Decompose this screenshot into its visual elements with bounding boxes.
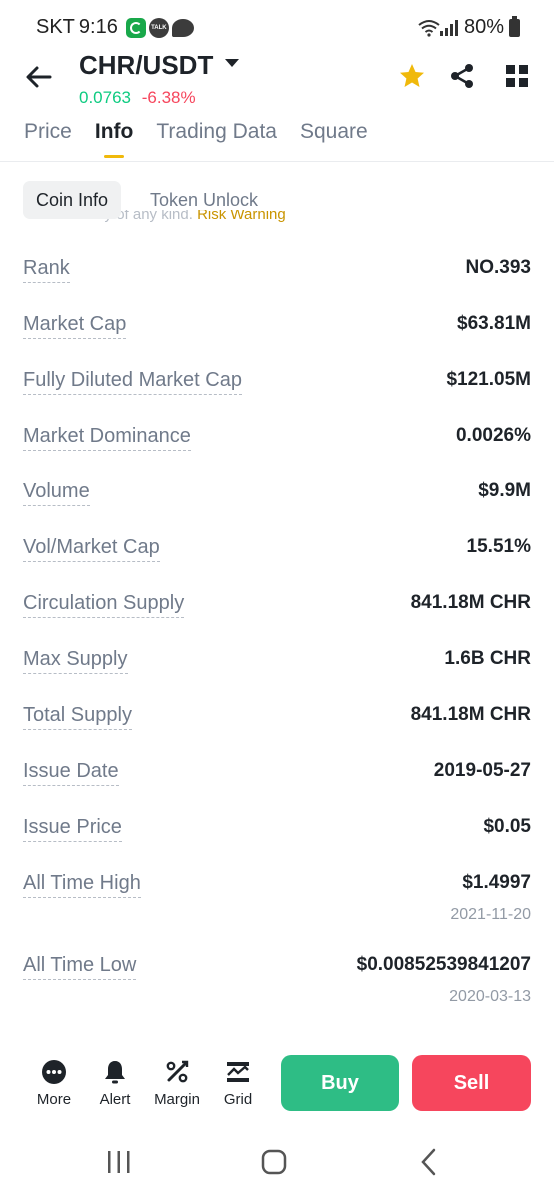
grid-bot-icon bbox=[227, 1062, 249, 1082]
battery-percent: 80% bbox=[463, 16, 504, 38]
pair-title: CHR/USDT bbox=[79, 50, 214, 80]
status-right: 80% bbox=[418, 15, 520, 39]
more-label: More bbox=[36, 1091, 72, 1108]
price-line: 0.0763 -6.38% bbox=[79, 88, 196, 108]
chevron-down-icon bbox=[225, 58, 240, 67]
row-value: 15.51% bbox=[466, 536, 531, 557]
row-label[interactable]: All Time Low bbox=[23, 954, 137, 980]
row-value: $0.00852539841207 bbox=[356, 954, 531, 975]
battery-icon bbox=[509, 15, 520, 37]
row-date: 2020-03-13 bbox=[449, 988, 531, 1005]
row-label[interactable]: Issue Date bbox=[23, 760, 119, 786]
chat-notification-icon bbox=[171, 18, 194, 37]
row-label[interactable]: Issue Price bbox=[23, 816, 122, 842]
status-left: SKT 9:16 TALK bbox=[36, 16, 197, 39]
alert-label: Alert bbox=[99, 1091, 131, 1108]
tab-price[interactable]: Price bbox=[24, 120, 72, 158]
more-button[interactable]: More bbox=[24, 1059, 84, 1108]
subtab-token-unlock[interactable]: Token Unlock bbox=[137, 181, 271, 219]
margin-label: Margin bbox=[154, 1091, 200, 1108]
back-nav-icon[interactable] bbox=[418, 1148, 440, 1176]
recent-apps-icon[interactable] bbox=[105, 1150, 133, 1174]
row-value: 0.0026% bbox=[455, 425, 531, 446]
back-arrow-icon[interactable] bbox=[22, 60, 56, 94]
home-icon[interactable] bbox=[260, 1149, 288, 1175]
tab-square[interactable]: Square bbox=[300, 120, 368, 158]
row-value: $1.4997 bbox=[462, 872, 531, 893]
price-change: -6.38% bbox=[141, 88, 196, 107]
tab-trading-data[interactable]: Trading Data bbox=[156, 120, 277, 158]
row-label[interactable]: Vol/Market Cap bbox=[23, 536, 160, 562]
row-label[interactable]: Market Cap bbox=[23, 313, 127, 339]
row-value: NO.393 bbox=[465, 257, 531, 278]
share-icon[interactable] bbox=[448, 62, 476, 90]
row-date: 2021-11-20 bbox=[450, 906, 531, 923]
row-label[interactable]: Volume bbox=[23, 480, 90, 506]
row-label[interactable]: Total Supply bbox=[23, 704, 132, 730]
wifi-icon bbox=[418, 19, 440, 37]
bell-icon bbox=[105, 1061, 125, 1084]
row-value: 841.18M CHR bbox=[410, 704, 531, 725]
margin-button[interactable]: Margin bbox=[147, 1059, 207, 1108]
tabs-divider bbox=[0, 161, 554, 162]
percent-icon bbox=[166, 1060, 189, 1083]
tab-info[interactable]: Info bbox=[95, 120, 133, 158]
grid-label: Grid bbox=[223, 1091, 253, 1108]
row-value: 1.6B CHR bbox=[444, 648, 531, 669]
system-nav-bar bbox=[0, 1140, 554, 1184]
row-value: 2019-05-27 bbox=[433, 760, 531, 781]
row-value: $0.05 bbox=[483, 816, 531, 837]
row-value: $121.05M bbox=[446, 369, 531, 390]
row-value: $9.9M bbox=[478, 480, 531, 501]
row-label[interactable]: Market Dominance bbox=[23, 425, 191, 451]
clock: 9:16 bbox=[78, 16, 118, 38]
pair-selector[interactable]: CHR/USDT bbox=[79, 50, 240, 81]
alert-button[interactable]: Alert bbox=[85, 1059, 145, 1108]
app-notification-icon bbox=[125, 17, 146, 38]
carrier: SKT bbox=[36, 16, 75, 38]
row-value: $63.81M bbox=[457, 313, 531, 334]
row-label[interactable]: Rank bbox=[23, 257, 70, 283]
row-label[interactable]: Circulation Supply bbox=[23, 592, 185, 618]
row-label[interactable]: Max Supply bbox=[23, 648, 128, 674]
main-tabs: Price Info Trading Data Square bbox=[24, 120, 391, 158]
status-bar: SKT 9:16 TALK 80% bbox=[0, 0, 554, 56]
more-icon bbox=[42, 1060, 66, 1084]
buy-button[interactable]: Buy bbox=[281, 1055, 399, 1111]
subtab-coin-info[interactable]: Coin Info bbox=[23, 181, 122, 219]
sell-button[interactable]: Sell bbox=[412, 1055, 531, 1111]
row-label[interactable]: Fully Diluted Market Cap bbox=[23, 369, 242, 395]
grid-button[interactable]: Grid bbox=[208, 1059, 268, 1108]
talk-notification-icon: TALK bbox=[148, 17, 169, 38]
grid-menu-icon[interactable] bbox=[503, 62, 531, 90]
signal-icon bbox=[439, 19, 458, 36]
row-label[interactable]: All Time High bbox=[23, 872, 141, 898]
favorite-star-icon[interactable] bbox=[398, 62, 426, 90]
row-value: 841.18M CHR bbox=[410, 592, 531, 613]
last-price: 0.0763 bbox=[79, 88, 131, 107]
